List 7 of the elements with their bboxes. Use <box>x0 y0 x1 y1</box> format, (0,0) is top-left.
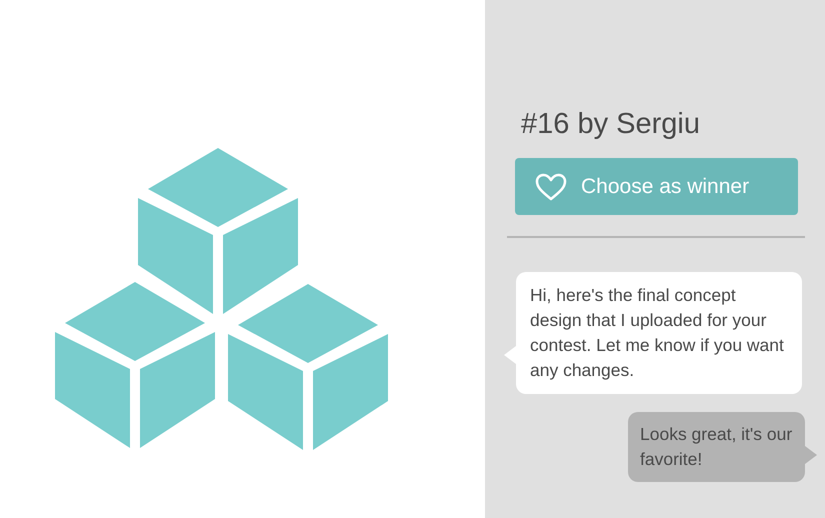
entry-title: #16 by Sergiu <box>521 107 701 142</box>
heart-icon <box>535 172 567 200</box>
bubble-tail <box>805 446 817 464</box>
choose-winner-button[interactable]: Choose as winner <box>515 158 798 215</box>
chat-message: Looks great, it's our favorite! <box>628 412 805 482</box>
bubble-tail <box>504 346 516 364</box>
chat-message: Hi, here's the final concept design that I uploaded for your contest. Let me know if you want any changes. <box>516 272 802 394</box>
